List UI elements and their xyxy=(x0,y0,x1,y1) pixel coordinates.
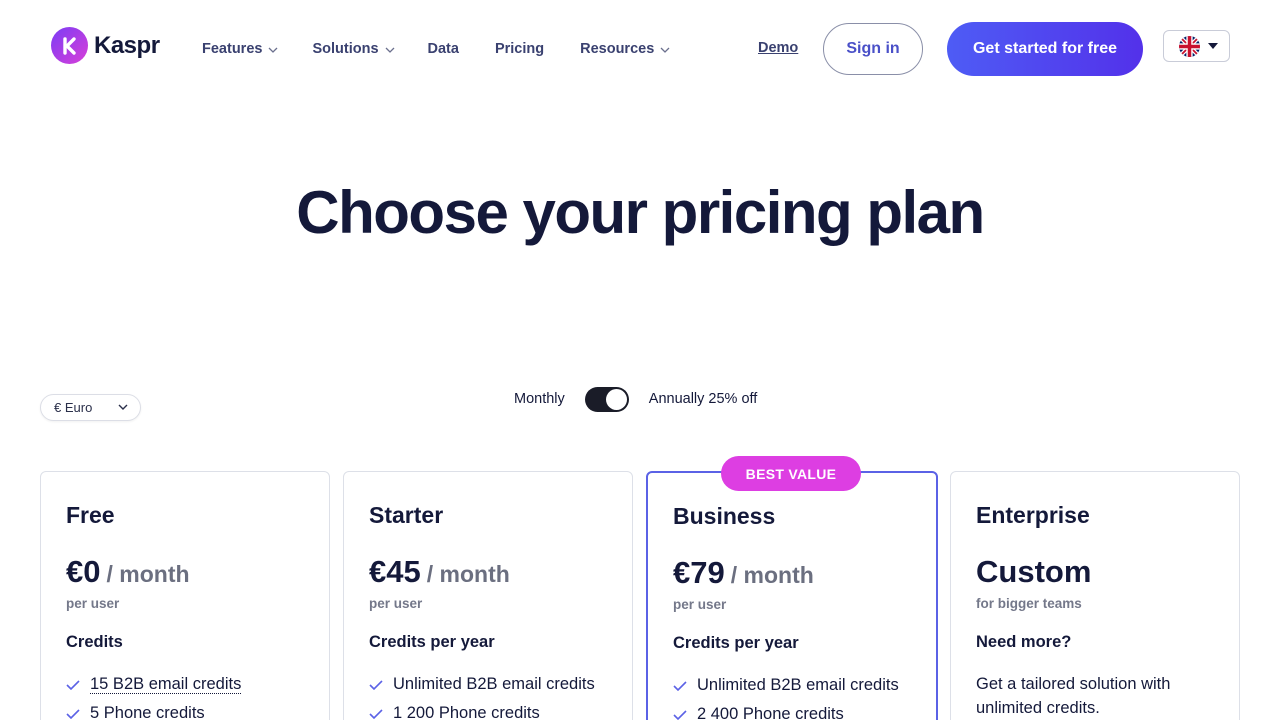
feature-text: Unlimited B2B email credits xyxy=(393,675,595,693)
feature-item: Unlimited B2B email credits xyxy=(673,671,911,700)
best-value-badge: BEST VALUE xyxy=(721,456,861,491)
price-row: Custom xyxy=(976,554,1214,590)
caret-down-icon xyxy=(1208,43,1218,49)
feature-item: 1 200 Phone credits xyxy=(369,699,607,720)
feature-text: 2 400 Phone credits xyxy=(697,705,844,720)
chevron-down-icon xyxy=(268,47,278,53)
chevron-down-icon xyxy=(118,404,128,410)
plan-name: Free xyxy=(66,502,115,528)
price-row: €45 / month xyxy=(369,554,607,590)
sign-in-button[interactable]: Sign in xyxy=(823,23,923,75)
plan-name: Business xyxy=(673,503,776,529)
site-header: Kaspr Features Solutions Data Pricing Re… xyxy=(0,0,1280,98)
kaspr-logo-mark-icon xyxy=(51,27,88,64)
get-started-button[interactable]: Get started for free xyxy=(947,22,1143,76)
billing-monthly-label[interactable]: Monthly xyxy=(514,391,565,407)
plan-price: €0 xyxy=(66,554,101,589)
check-icon xyxy=(369,679,383,690)
feature-list: Unlimited B2B email credits 2 400 Phone … xyxy=(673,671,911,720)
price-row: €0 / month xyxy=(66,554,304,590)
feature-list: 15 B2B email credits 5 Phone credits xyxy=(66,670,304,720)
check-icon xyxy=(66,679,80,690)
check-icon xyxy=(673,680,687,691)
feature-text: Unlimited B2B email credits xyxy=(697,676,899,694)
logo-text: Kaspr xyxy=(94,31,160,59)
feature-text: 5 Phone credits xyxy=(90,704,205,720)
nav-item-label: Pricing xyxy=(494,41,545,57)
plan-name: Starter xyxy=(369,502,444,528)
page-title: Choose your pricing plan xyxy=(296,179,985,246)
chevron-down-icon xyxy=(660,47,670,53)
check-icon xyxy=(673,709,687,720)
price-note: per user xyxy=(673,597,727,612)
plan-card-enterprise: Enterprise Custom for bigger teams Need … xyxy=(950,471,1240,720)
chevron-down-icon xyxy=(385,47,394,53)
nav-item-label: Data xyxy=(427,41,459,57)
switch-knob xyxy=(605,388,627,410)
uk-flag-icon xyxy=(1179,35,1200,57)
feature-item: 5 Phone credits xyxy=(66,699,304,720)
kaspr-logo[interactable]: Kaspr xyxy=(51,27,160,64)
features-section-title: Credits per year xyxy=(673,634,799,652)
plan-price: €45 xyxy=(369,554,421,589)
price-note: per user xyxy=(66,596,120,611)
billing-toggle: Monthly Annually 25% off xyxy=(514,386,757,412)
nav-item-features[interactable]: Features xyxy=(202,40,278,58)
billing-annual-label[interactable]: Annually 25% off xyxy=(649,391,758,407)
feature-item: 15 B2B email credits xyxy=(66,670,304,699)
plan-card-starter: Starter €45 / month per user Credits per… xyxy=(343,471,633,720)
currency-value: € Euro xyxy=(54,400,93,415)
nav-item-pricing[interactable]: Pricing xyxy=(495,40,544,58)
billing-switch[interactable] xyxy=(584,386,629,412)
language-selector[interactable] xyxy=(1163,30,1230,62)
feature-list: Unlimited B2B email credits 1 200 Phone … xyxy=(369,670,607,720)
plan-price: Custom xyxy=(976,554,1092,589)
check-icon xyxy=(369,708,383,719)
plan-card-free: Free €0 / month per user Credits 15 B2B … xyxy=(40,471,330,720)
features-section-title: Need more? xyxy=(976,633,1072,651)
feature-text: 1 200 Phone credits xyxy=(393,704,540,720)
price-row: €79 / month xyxy=(673,555,911,591)
price-unit: / month xyxy=(730,562,814,588)
feature-item: Unlimited B2B email credits xyxy=(369,670,607,699)
currency-select[interactable]: € Euro xyxy=(40,394,141,421)
feature-item: 2 400 Phone credits xyxy=(673,700,911,720)
price-note: for bigger teams xyxy=(976,596,1082,611)
plan-card-business: Business €79 / month per user Credits pe… xyxy=(646,471,938,720)
main-nav: Features Solutions Data Pricing Resource… xyxy=(202,40,670,58)
nav-item-label: Features xyxy=(202,41,263,57)
demo-link[interactable]: Demo xyxy=(758,40,798,56)
nav-item-data[interactable]: Data xyxy=(428,40,459,58)
price-unit: / month xyxy=(106,561,190,587)
features-section-title: Credits per year xyxy=(369,633,495,651)
price-unit: / month xyxy=(426,561,510,587)
nav-item-label: Resources xyxy=(580,41,655,57)
plan-description: Get a tailored solution with unlimited c… xyxy=(976,675,1171,717)
plan-price: €79 xyxy=(673,555,725,590)
nav-item-resources[interactable]: Resources xyxy=(580,40,670,58)
nav-item-label: Solutions xyxy=(312,41,379,57)
features-section-title: Credits xyxy=(66,633,123,651)
price-note: per user xyxy=(369,596,423,611)
nav-item-solutions[interactable]: Solutions xyxy=(312,40,394,58)
plan-name: Enterprise xyxy=(976,502,1090,528)
check-icon xyxy=(66,708,80,719)
feature-text[interactable]: 15 B2B email credits xyxy=(90,675,242,694)
